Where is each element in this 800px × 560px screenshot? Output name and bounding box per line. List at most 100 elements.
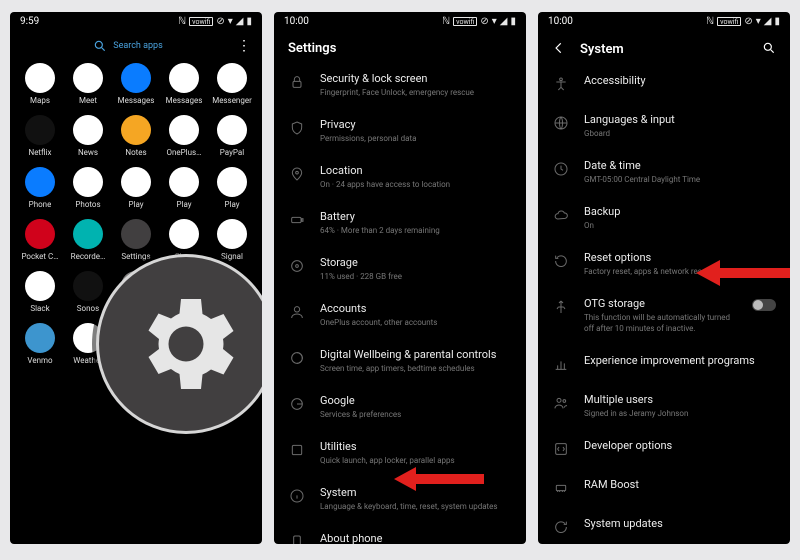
- battery-icon: [288, 211, 306, 229]
- app-icon: [73, 167, 103, 197]
- app-messenger[interactable]: Messenger: [208, 59, 256, 107]
- row-accounts[interactable]: AccountsOnePlus account, other accounts: [274, 292, 526, 338]
- row-about-phone[interactable]: About phoneOnePlus 7 Pro: [274, 522, 526, 544]
- clock: 10:00: [548, 16, 573, 27]
- app-label: OnePlus…: [166, 148, 201, 157]
- row-text: Date & timeGMT-05:00 Central Daylight Ti…: [584, 159, 776, 185]
- row-title: Google: [320, 394, 512, 408]
- disc-icon: [288, 257, 306, 275]
- app-slack[interactable]: Slack: [16, 267, 64, 315]
- search-placeholder: Search apps: [113, 41, 163, 51]
- row-text: Accessibility: [584, 74, 776, 88]
- row-text: AccountsOnePlus account, other accounts: [320, 302, 512, 328]
- google-icon: [288, 395, 306, 413]
- row-title: Privacy: [320, 118, 512, 132]
- search-button[interactable]: [762, 41, 776, 58]
- app-icon: [169, 167, 199, 197]
- app-venmo[interactable]: Venmo: [16, 319, 64, 367]
- row-text: BackupOn: [584, 205, 776, 231]
- access-icon: [552, 75, 570, 93]
- header: System: [538, 29, 790, 64]
- app-icon: [25, 115, 55, 145]
- app-icon: [169, 115, 199, 145]
- row-text: GoogleServices & preferences: [320, 394, 512, 420]
- row-title: Multiple users: [584, 393, 776, 407]
- app-play[interactable]: Play: [160, 163, 208, 211]
- app-signal[interactable]: Signal: [208, 215, 256, 263]
- row-storage[interactable]: Storage11% used · 228 GB free: [274, 246, 526, 292]
- app-messages[interactable]: Messages: [112, 59, 160, 107]
- row-developer-options[interactable]: Developer options: [538, 429, 790, 468]
- row-backup[interactable]: BackupOn: [538, 195, 790, 241]
- app-label: Play: [128, 200, 143, 209]
- app-paypal[interactable]: PayPal: [208, 111, 256, 159]
- row-title: Accounts: [320, 302, 512, 316]
- app-label: Notes: [125, 148, 146, 157]
- app-label: Play: [176, 200, 191, 209]
- app-label: Venmo: [27, 356, 52, 365]
- app-news[interactable]: News: [64, 111, 112, 159]
- app-phone[interactable]: Phone: [16, 163, 64, 211]
- app-icon: [25, 271, 55, 301]
- app-messages[interactable]: Messages: [160, 59, 208, 107]
- app-oneplus-[interactable]: OnePlus…: [160, 111, 208, 159]
- app-icon: [25, 167, 55, 197]
- app-recorde-[interactable]: Recorde…: [64, 215, 112, 263]
- app-maps[interactable]: Maps: [16, 59, 64, 107]
- callout-arrow-system: [394, 464, 484, 497]
- row-subtitle: GMT-05:00 Central Daylight Time: [584, 174, 776, 185]
- app-meet[interactable]: Meet: [64, 59, 112, 107]
- app-photos[interactable]: Photos: [64, 163, 112, 211]
- status-icons: ℕvowifi⊘▾◢▮: [706, 16, 780, 27]
- row-privacy[interactable]: PrivacyPermissions, personal data: [274, 108, 526, 154]
- row-experience-improvement-programs[interactable]: Experience improvement programs: [538, 344, 790, 383]
- row-accessibility[interactable]: Accessibility: [538, 64, 790, 103]
- row-google[interactable]: GoogleServices & preferences: [274, 384, 526, 430]
- row-battery[interactable]: Battery64% · More than 2 days remaining: [274, 200, 526, 246]
- app-netflix[interactable]: Netflix: [16, 111, 64, 159]
- row-subtitle: This function will be automatically turn…: [584, 312, 738, 334]
- signal-icon: ◢: [764, 16, 772, 27]
- row-languages-input[interactable]: Languages & inputGboard: [538, 103, 790, 149]
- back-button[interactable]: [552, 41, 566, 58]
- row-title: OTG storage: [584, 297, 738, 311]
- row-title: Languages & input: [584, 113, 776, 127]
- row-system-updates[interactable]: System updates: [538, 507, 790, 544]
- app-icon: [169, 63, 199, 93]
- row-ram-boost[interactable]: RAM Boost: [538, 468, 790, 507]
- app-pocket-c-[interactable]: Pocket C…: [16, 215, 64, 263]
- row-subtitle: On · 24 apps have access to location: [320, 179, 512, 190]
- row-date-time[interactable]: Date & timeGMT-05:00 Central Daylight Ti…: [538, 149, 790, 195]
- row-location[interactable]: LocationOn · 24 apps have access to loca…: [274, 154, 526, 200]
- row-title: Backup: [584, 205, 776, 219]
- row-text: PrivacyPermissions, personal data: [320, 118, 512, 144]
- system-list: Accessibility Languages & inputGboard Date…: [538, 64, 790, 544]
- app-label: Settings: [121, 252, 150, 261]
- app-icon: [73, 115, 103, 145]
- phone-system: 10:00 ℕvowifi⊘▾◢▮ System Accessibility La…: [538, 12, 790, 544]
- status-bar: 10:00 ℕvowifi⊘▾◢▮: [538, 12, 790, 29]
- app-play[interactable]: Play: [208, 163, 256, 211]
- row-title: Battery: [320, 210, 512, 224]
- app-notes[interactable]: Notes: [112, 111, 160, 159]
- overflow-menu[interactable]: ⋮: [236, 41, 252, 51]
- row-multiple-users[interactable]: Multiple usersSigned in as Jeramy Johnso…: [538, 383, 790, 429]
- search-apps[interactable]: Search apps: [20, 39, 236, 53]
- row-text: Security & lock screenFingerprint, Face …: [320, 72, 512, 98]
- clock-icon: [552, 160, 570, 178]
- app-settings[interactable]: Settings: [112, 215, 160, 263]
- row-otg-storage[interactable]: OTG storageThis function will be automat…: [538, 287, 790, 344]
- app-icon: [73, 271, 103, 301]
- app-icon: [217, 167, 247, 197]
- app-icon: [25, 323, 55, 353]
- row-subtitle: 11% used · 228 GB free: [320, 271, 512, 282]
- row-digital-wellbeing-parental-controls[interactable]: Digital Wellbeing & parental controlsScr…: [274, 338, 526, 384]
- app-play[interactable]: Play: [112, 163, 160, 211]
- usb-icon: [552, 298, 570, 316]
- row-security-lock-screen[interactable]: Security & lock screenFingerprint, Face …: [274, 62, 526, 108]
- toggle[interactable]: [752, 299, 776, 311]
- row-text: Experience improvement programs: [584, 354, 776, 368]
- globe-icon: [552, 114, 570, 132]
- app-icon: [121, 115, 151, 145]
- shield-icon: [288, 119, 306, 137]
